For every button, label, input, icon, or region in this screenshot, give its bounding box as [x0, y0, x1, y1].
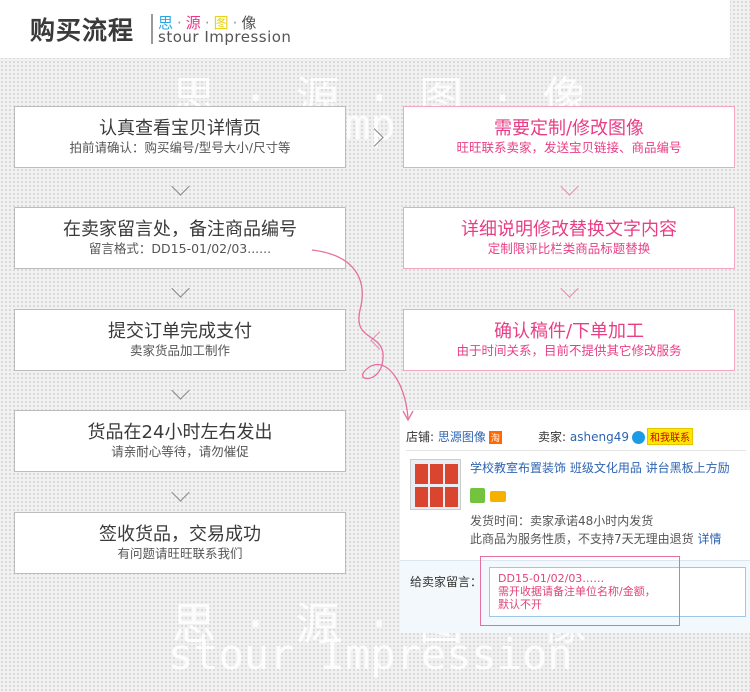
step-sub: 留言格式：DD15-01/02/03......	[88, 241, 272, 256]
store-label: 店铺:	[406, 430, 435, 444]
step-title: 货品在24小时左右发出	[87, 422, 273, 443]
guarantee-icon	[470, 488, 485, 503]
brand-en: stour Impression	[158, 28, 292, 46]
divider	[406, 450, 746, 451]
step-custom-image: 需要定制/修改图像 旺旺联系卖家，发送宝贝链接、商品编号	[403, 106, 735, 168]
store-name-link[interactable]: 思源图像	[438, 430, 486, 444]
seller-label: 卖家:	[538, 430, 567, 444]
service-note: 此商品为服务性质，不支持7天无理由退货	[470, 532, 694, 546]
chevron-down-icon	[560, 279, 579, 298]
detail-link[interactable]: 详情	[697, 532, 721, 546]
step-complete: 签收货品，交易成功 有问题请旺旺联系我们	[14, 512, 346, 574]
step-title: 需要定制/修改图像	[493, 118, 645, 139]
credit-card-icon	[490, 491, 506, 502]
chevron-down-icon	[171, 177, 190, 196]
step-title: 在卖家留言处，备注商品编号	[63, 219, 297, 240]
step-title: 确认稿件/下单加工	[493, 321, 645, 342]
step-describe-changes: 详细说明修改替换文字内容 定制限评比栏类商品标题替换	[403, 207, 735, 269]
step-sub: 由于时间关系，目前不提供其它修改服务	[456, 343, 682, 358]
chevron-right-icon	[365, 128, 384, 147]
highlight-frame	[480, 556, 680, 626]
product-thumbnail[interactable]	[410, 459, 461, 510]
page-title: 购买流程	[30, 16, 135, 45]
step-title: 详细说明修改替换文字内容	[461, 219, 677, 240]
watermark-en-bottom: stour Impression	[168, 630, 573, 679]
chevron-left-icon	[370, 331, 389, 350]
step-title: 签收货品，交易成功	[99, 524, 261, 545]
store-row: 店铺: 思源图像淘	[406, 428, 502, 445]
step-confirm-draft: 确认稿件/下单加工 由于时间关系，目前不提供其它修改服务	[403, 309, 735, 371]
header-bar: 购买流程 思 · 源 · 图 · 像 stour Impression	[0, 0, 730, 58]
chevron-down-icon	[171, 381, 190, 400]
seller-row: 卖家: asheng49 和我联系	[538, 428, 693, 445]
seller-name-link[interactable]: asheng49	[570, 430, 629, 444]
step-sub: 请亲耐心等待，请勿催促	[111, 444, 249, 459]
step-sub: 定制限评比栏类商品标题替换	[487, 241, 651, 256]
step-sub: 拍前请确认：购买编号/型号大小/尺寸等	[69, 140, 291, 155]
service-note-row: 此商品为服务性质，不支持7天无理由退货 详情	[470, 530, 721, 547]
step-sub: 卖家货品加工制作	[129, 343, 230, 358]
message-label: 给卖家留言：	[410, 575, 483, 589]
chevron-down-icon	[171, 483, 190, 502]
step-title: 认真查看宝贝详情页	[99, 118, 261, 139]
step-ship: 货品在24小时左右发出 请亲耐心等待，请勿催促	[14, 410, 346, 472]
ship-time: 发货时间：卖家承诺48小时内发货	[470, 514, 654, 528]
product-title-link[interactable]: 学校教室布置装饰 班级文化用品 讲台黑板上方励	[470, 459, 730, 476]
step-pay: 提交订单完成支付 卖家货品加工制作	[14, 309, 346, 371]
chevron-down-icon	[560, 177, 579, 196]
step-sub: 旺旺联系卖家，发送宝贝链接、商品编号	[456, 140, 682, 155]
step-title: 提交订单完成支付	[108, 321, 252, 342]
contact-seller-button[interactable]: 和我联系	[646, 428, 693, 445]
step-sub: 有问题请旺旺联系我们	[117, 546, 243, 561]
wangwang-icon	[631, 431, 645, 444]
step-view-details: 认真查看宝贝详情页 拍前请确认：购买编号/型号大小/尺寸等	[14, 106, 346, 168]
taobao-tag-icon: 淘	[488, 431, 502, 444]
step-leave-message: 在卖家留言处，备注商品编号 留言格式：DD15-01/02/03......	[14, 207, 346, 269]
chevron-down-icon	[171, 279, 190, 298]
header-divider	[151, 14, 153, 44]
